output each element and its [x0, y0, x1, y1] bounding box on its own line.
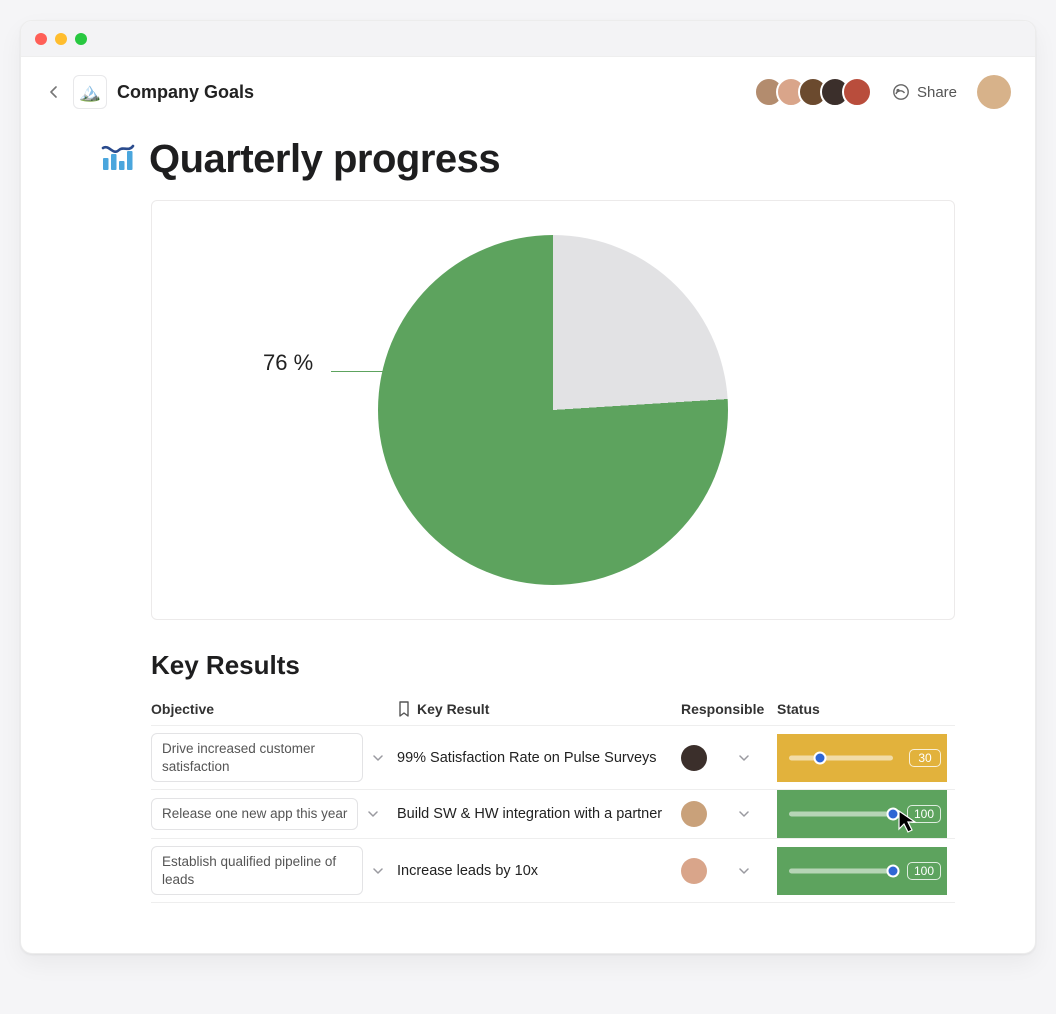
table-row: Release one new app this year Build SW & … — [151, 789, 955, 838]
status-cell[interactable]: 100 — [777, 847, 947, 895]
column-header-objective[interactable]: Objective — [151, 701, 397, 717]
progress-chart-card: 76 % — [151, 200, 955, 620]
window-titlebar — [21, 21, 1035, 57]
share-button[interactable]: Share — [892, 83, 957, 101]
chevron-down-icon[interactable] — [371, 751, 385, 765]
chart-icon — [101, 142, 135, 172]
window-minimize-button[interactable] — [55, 33, 67, 45]
column-header-key-result[interactable]: Key Result — [397, 701, 681, 717]
current-user-avatar[interactable] — [977, 75, 1011, 109]
table-row: Drive increased customer satisfaction 99%… — [151, 725, 955, 789]
chevron-down-icon[interactable] — [737, 807, 751, 821]
responsible-avatar[interactable] — [681, 858, 707, 884]
status-value-badge: 100 — [907, 805, 941, 823]
objective-cell: Drive increased customer satisfaction — [151, 733, 397, 782]
share-label: Share — [917, 84, 957, 101]
window-close-button[interactable] — [35, 33, 47, 45]
status-slider-track[interactable] — [789, 812, 893, 817]
key-results-table: Objective Key Result Responsible Status … — [151, 693, 955, 903]
chevron-down-icon[interactable] — [737, 864, 751, 878]
objective-cell: Release one new app this year — [151, 798, 397, 830]
share-icon — [892, 83, 910, 101]
column-header-label: Responsible — [681, 701, 764, 717]
column-header-label: Key Result — [417, 701, 489, 717]
responsible-avatar[interactable] — [681, 745, 707, 771]
responsible-avatar[interactable] — [681, 801, 707, 827]
pie-percentage-label: 76 % — [263, 350, 313, 376]
collaborator-avatars[interactable] — [754, 77, 872, 107]
page-icon: 🏔️ — [73, 75, 107, 109]
status-slider-thumb[interactable] — [814, 751, 827, 764]
topbar: 🏔️ Company Goals Share — [21, 57, 1035, 127]
pie-graphic — [378, 235, 728, 585]
objective-pill[interactable]: Drive increased customer satisfaction — [151, 733, 363, 782]
key-result-cell[interactable]: 99% Satisfaction Rate on Pulse Surveys — [397, 750, 681, 766]
column-header-responsible[interactable]: Responsible — [681, 701, 777, 717]
key-results-heading: Key Results — [151, 650, 955, 681]
objective-cell: Establish qualified pipeline of leads — [151, 846, 397, 895]
bookmark-icon — [397, 701, 411, 717]
status-cell[interactable]: 100 — [777, 790, 947, 838]
status-slider-track[interactable] — [789, 868, 893, 873]
responsible-cell — [681, 858, 777, 884]
page-icon-emoji: 🏔️ — [79, 82, 101, 103]
status-cell[interactable]: 30 — [777, 734, 947, 782]
chevron-down-icon[interactable] — [366, 807, 380, 821]
page-content: Quarterly progress 76 % Key Results Obje… — [21, 127, 1035, 953]
app-window: 🏔️ Company Goals Share — [20, 20, 1036, 954]
topbar-right: Share — [754, 75, 1011, 109]
key-result-cell[interactable]: Build SW & HW integration with a partner — [397, 806, 681, 822]
progress-pie-chart: 76 % — [378, 235, 728, 585]
responsible-cell — [681, 801, 777, 827]
window-maximize-button[interactable] — [75, 33, 87, 45]
objective-pill[interactable]: Establish qualified pipeline of leads — [151, 846, 363, 895]
chevron-down-icon[interactable] — [737, 751, 751, 765]
column-header-status[interactable]: Status — [777, 701, 947, 717]
objective-pill[interactable]: Release one new app this year — [151, 798, 358, 830]
page-title-row: Quarterly progress — [101, 137, 955, 182]
chevron-down-icon[interactable] — [371, 864, 385, 878]
status-value-badge: 100 — [907, 862, 941, 880]
collaborator-avatar[interactable] — [842, 77, 872, 107]
status-slider-thumb[interactable] — [887, 808, 900, 821]
status-value-badge: 30 — [909, 749, 941, 767]
breadcrumb-title[interactable]: Company Goals — [117, 82, 254, 103]
key-result-cell[interactable]: Increase leads by 10x — [397, 863, 681, 879]
column-header-label: Status — [777, 701, 820, 717]
back-button[interactable] — [45, 83, 63, 101]
table-row: Establish qualified pipeline of leads Inc… — [151, 838, 955, 903]
table-header-row: Objective Key Result Responsible Status — [151, 693, 955, 725]
responsible-cell — [681, 745, 777, 771]
page-title-emoji — [101, 142, 135, 178]
breadcrumb: 🏔️ Company Goals — [45, 75, 254, 109]
status-slider-track[interactable] — [789, 755, 893, 760]
column-header-label: Objective — [151, 701, 214, 717]
pie-leader-line — [331, 371, 391, 372]
status-slider-thumb[interactable] — [887, 864, 900, 877]
page-title: Quarterly progress — [149, 137, 500, 182]
